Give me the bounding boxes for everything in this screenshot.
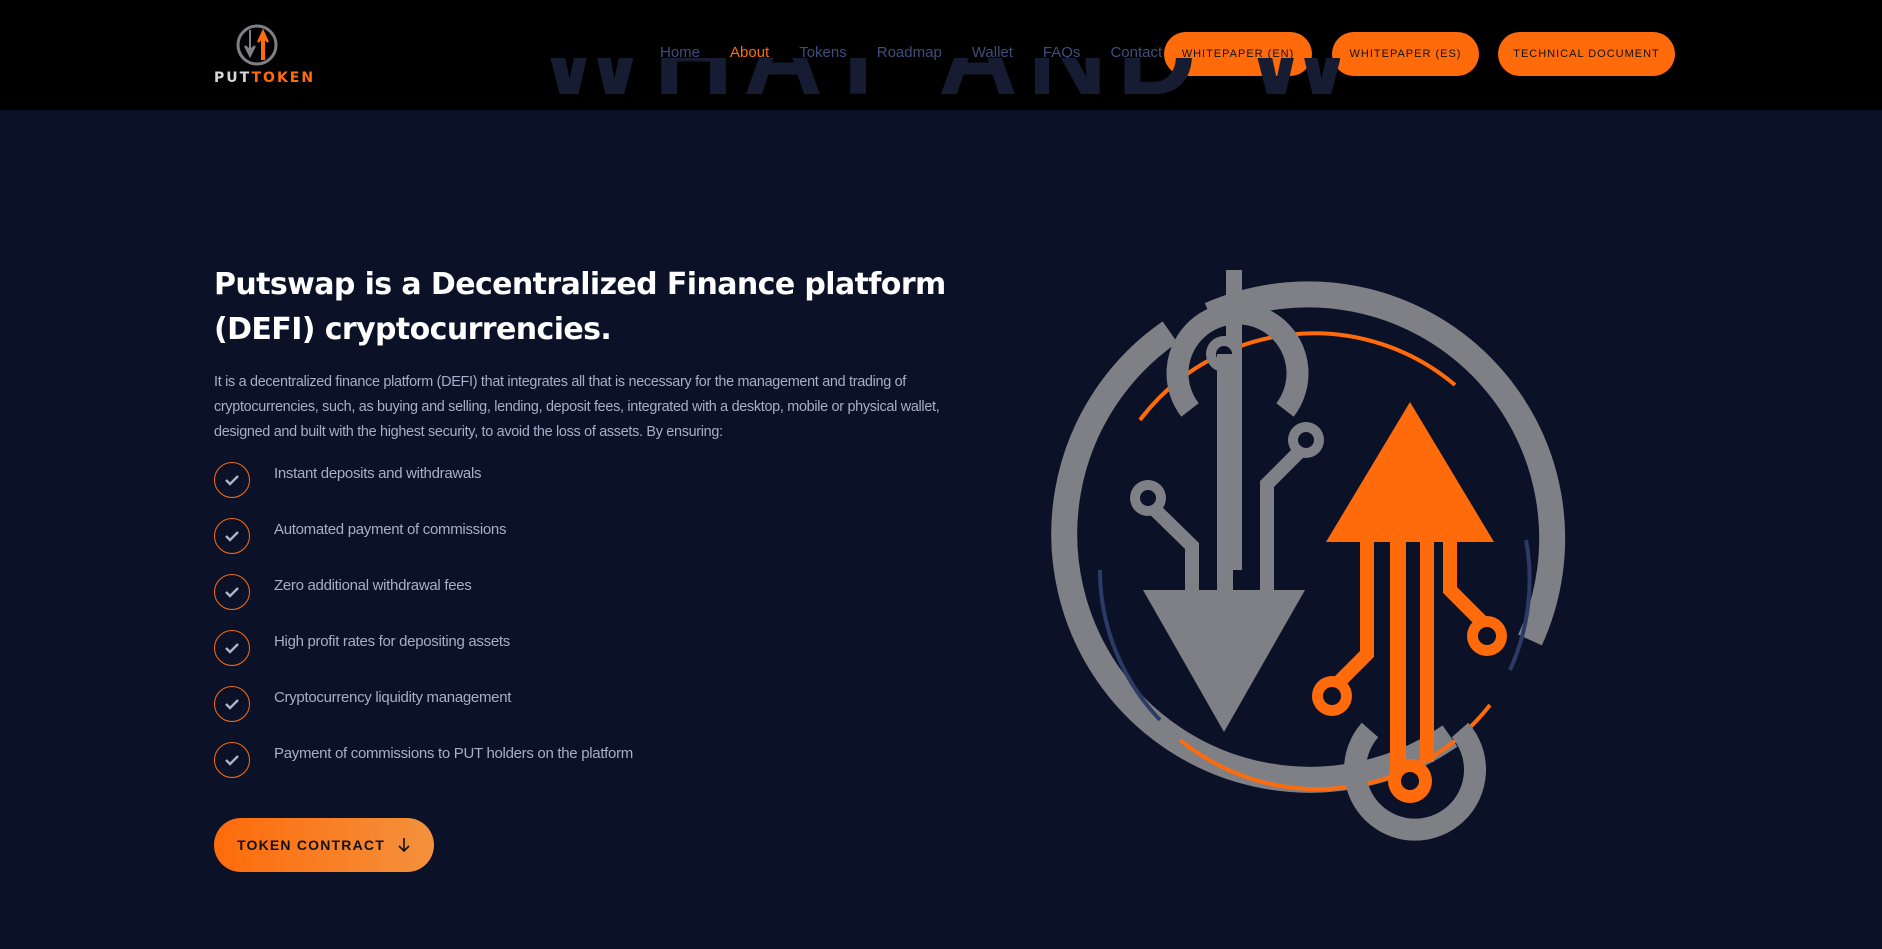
token-contract-label: TOKEN CONTRACT	[237, 837, 385, 853]
logo-token-text: TOKEN	[251, 70, 316, 86]
feature-label: Payment of commissions to PUT holders on…	[274, 745, 633, 762]
feature-label: Instant deposits and withdrawals	[274, 465, 482, 482]
logo-wordmark: PUTTOKEN	[214, 70, 315, 86]
section-ghost-title: WHAT AND WHY	[540, 58, 1340, 110]
feature-item: Automated payment of commissions	[214, 516, 814, 556]
feature-label: High profit rates for depositing assets	[274, 633, 510, 650]
feature-item: High profit rates for depositing assets	[214, 628, 814, 668]
feature-item: Instant deposits and withdrawals	[214, 460, 814, 500]
feature-item: Cryptocurrency liquidity management	[214, 684, 814, 724]
feature-label: Cryptocurrency liquidity management	[274, 689, 512, 706]
token-contract-button[interactable]: TOKEN CONTRACT	[214, 818, 434, 872]
logo-put-text: PUT	[214, 70, 252, 86]
check-circle-icon	[214, 686, 250, 722]
whitepaper-es-button[interactable]: WHITEPAPER (ES)	[1332, 32, 1479, 76]
check-circle-icon	[214, 518, 250, 554]
check-circle-icon	[214, 742, 250, 778]
feature-label: Automated payment of commissions	[274, 521, 507, 538]
feature-item: Zero additional withdrawal fees	[214, 572, 814, 612]
technical-document-button[interactable]: TECHNICAL DOCUMENT	[1498, 32, 1675, 76]
check-circle-icon	[214, 574, 250, 610]
check-circle-icon	[214, 462, 250, 498]
puttoken-logo-illustration	[1051, 270, 1566, 841]
puttoken-logo[interactable]: PUTTOKEN	[214, 22, 313, 88]
puttoken-logo-icon	[236, 24, 278, 66]
feature-label: Zero additional withdrawal fees	[274, 577, 472, 594]
section-description: It is a decentralized finance platform (…	[214, 374, 940, 440]
section-title: Putswap is a Decentralized Finance platf…	[214, 267, 946, 347]
feature-item: Payment of commissions to PUT holders on…	[214, 740, 814, 780]
arrow-down-icon	[398, 838, 410, 853]
check-circle-icon	[214, 630, 250, 666]
